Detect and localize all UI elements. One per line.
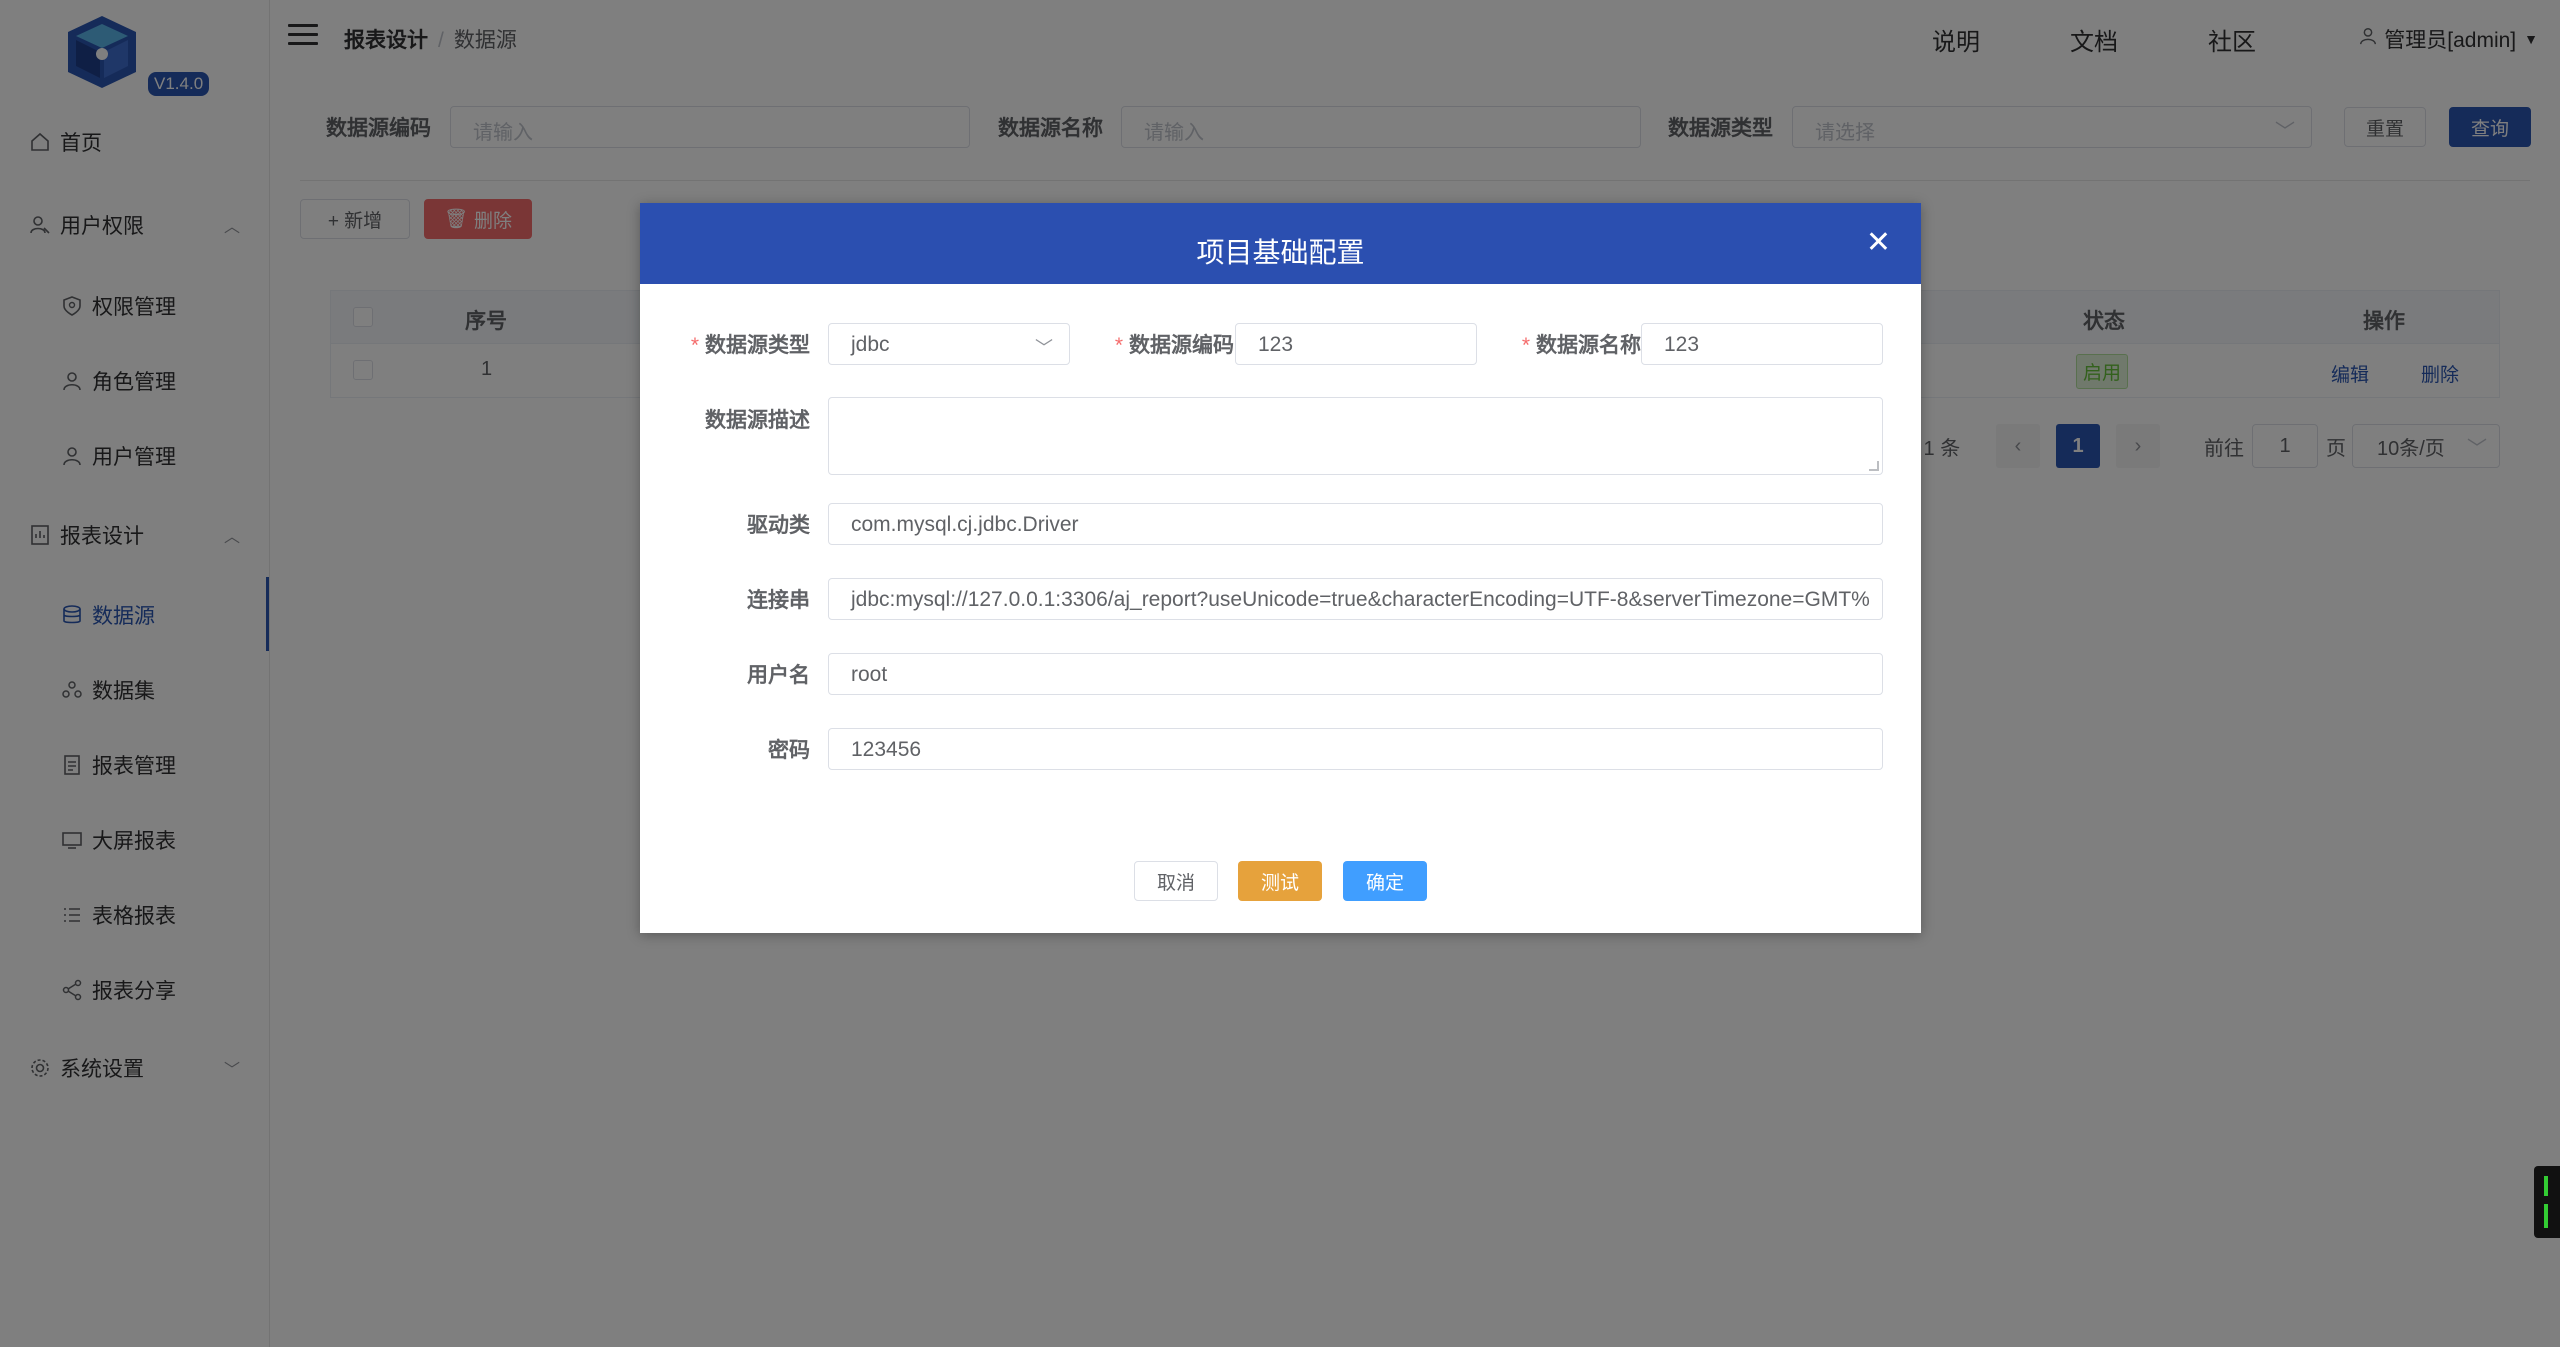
input-driver-class[interactable]: com.mysql.cj.jdbc.Driver (828, 503, 1883, 545)
cancel-button[interactable]: 取消 (1134, 861, 1218, 901)
input-password[interactable]: 123456 (828, 728, 1883, 770)
datasource-dialog: 项目基础配置 ✕ * 数据源类型 jdbc ﹀ * 数据源编码 123 * 数据源名称… (640, 203, 1921, 933)
label-username: 用户名 (747, 664, 810, 687)
label-datasource-name: * 数据源名称 (1521, 334, 1641, 357)
dialog-header: 项目基础配置 ✕ (640, 203, 1921, 284)
input-username[interactable]: root (828, 653, 1883, 695)
test-button[interactable]: 测试 (1238, 861, 1322, 901)
input-connection-url[interactable]: jdbc:mysql://127.0.0.1:3306/aj_report?us… (828, 578, 1883, 620)
select-datasource-type[interactable]: jdbc ﹀ (828, 323, 1070, 365)
label-password: 密码 (768, 739, 810, 762)
dialog-title: 项目基础配置 (1196, 237, 1365, 268)
label-datasource-desc: 数据源描述 (705, 409, 810, 432)
input-datasource-code[interactable]: 123 (1235, 323, 1477, 365)
select-value: jdbc (851, 333, 890, 356)
close-icon[interactable]: ✕ (1866, 225, 1891, 260)
label-datasource-type: * 数据源类型 (690, 334, 810, 357)
label-driver-class: 驱动类 (747, 514, 810, 537)
textarea-datasource-desc[interactable] (828, 397, 1883, 475)
input-datasource-name[interactable]: 123 (1641, 323, 1883, 365)
floating-widget[interactable] (2534, 1166, 2560, 1238)
chevron-down-icon: ﹀ (1035, 338, 1053, 358)
label-connection-url: 连接串 (747, 589, 810, 612)
resize-handle-icon[interactable] (1869, 461, 1879, 471)
confirm-button[interactable]: 确定 (1343, 861, 1427, 901)
label-datasource-code: * 数据源编码 (1114, 334, 1234, 357)
